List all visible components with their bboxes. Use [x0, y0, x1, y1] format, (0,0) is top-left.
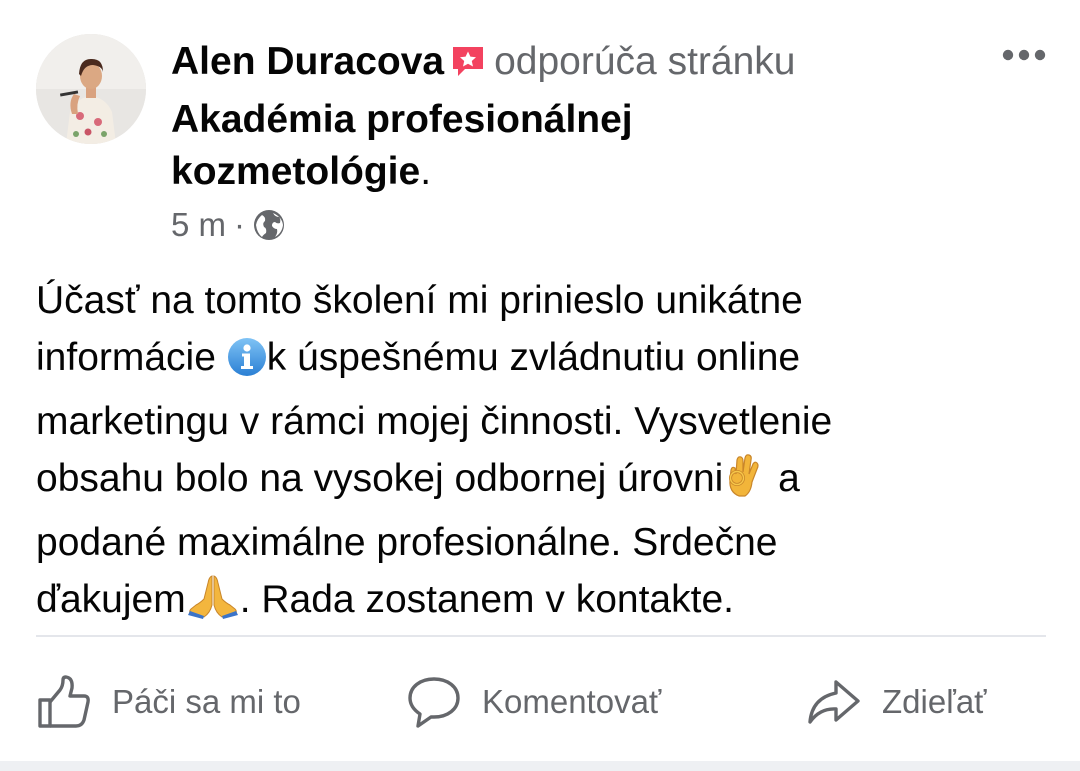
feed-post: Alen Duracova odporúča stránku Akadémia p… — [0, 0, 1080, 771]
post-body-text: a — [767, 457, 800, 500]
like-label: Páči sa mi to — [112, 683, 301, 720]
globe-icon[interactable] — [253, 209, 285, 241]
post-body-text: ďakujem — [36, 578, 186, 621]
post-body-text: k úspešnému zvládnutiu online — [266, 336, 801, 379]
folded-hands-icon — [186, 573, 240, 635]
thumbs-up-icon — [36, 674, 92, 730]
page-name-line-2[interactable]: kozmetológie — [171, 150, 420, 193]
post-body-line-1: Účasť na tomto školení mi prinieslo unik… — [36, 279, 803, 322]
avatar-photo — [36, 34, 146, 144]
more-dots-icon — [1002, 49, 1046, 61]
header-line-2: Akadémia profesionálnej — [171, 94, 981, 146]
ok-hand-icon — [723, 452, 767, 514]
post-body-text: obsahu bolo na vysokej odbornej úrovni — [36, 457, 724, 500]
action-divider — [36, 635, 1046, 637]
post-body-line-5: podané maximálne profesionálne. Srdečne — [36, 521, 778, 564]
share-arrow-icon — [806, 674, 862, 730]
meta-separator: · — [234, 206, 246, 243]
recommend-star-icon — [450, 42, 486, 94]
post-body-line-4: obsahu bolo na vysokej odbornej úrovni a — [36, 450, 1046, 514]
page-name-period: . — [420, 150, 432, 193]
page-name-line-1[interactable]: Akadémia profesionálnej — [171, 98, 633, 141]
comment-label: Komentovať — [482, 683, 662, 720]
post-body-text: informácie — [36, 336, 227, 379]
like-button[interactable]: Páči sa mi to — [36, 670, 301, 734]
post-body-text: . Rada zostanem v kontakte. — [239, 578, 734, 621]
post-meta: 5 m · — [171, 203, 285, 247]
information-icon — [227, 336, 267, 393]
post-timestamp[interactable]: 5 m — [171, 206, 226, 244]
post-body: Účasť na tomto školení mi prinieslo unik… — [36, 272, 1046, 635]
header-line-1: Alen Duracova odporúča stránku — [171, 36, 981, 94]
post-header: Alen Duracova odporúča stránku Akadémia p… — [171, 36, 981, 198]
feed-separator — [0, 761, 1080, 771]
author-name[interactable]: Alen Duracova — [171, 40, 444, 83]
header-line-3: kozmetológie. — [171, 146, 981, 198]
share-label: Zdieľať — [882, 683, 987, 720]
post-body-line-3: marketingu v rámci mojej činnosti. Vysve… — [36, 400, 833, 443]
share-button[interactable]: Zdieľať — [806, 670, 987, 734]
post-body-line-6: ďakujem . Rada zostanem v kontakte. — [36, 571, 1046, 635]
comment-button[interactable]: Komentovať — [406, 670, 661, 734]
more-options-button[interactable] — [996, 40, 1052, 70]
comment-bubble-icon — [406, 674, 462, 730]
author-avatar[interactable] — [36, 34, 146, 144]
post-body-line-2: informácie k úspešnému zvládnutiu online — [36, 329, 1046, 393]
recommends-text: odporúča stránku — [494, 40, 796, 83]
action-bar: Páči sa mi to Komentovať Zdieľať — [0, 658, 1080, 748]
